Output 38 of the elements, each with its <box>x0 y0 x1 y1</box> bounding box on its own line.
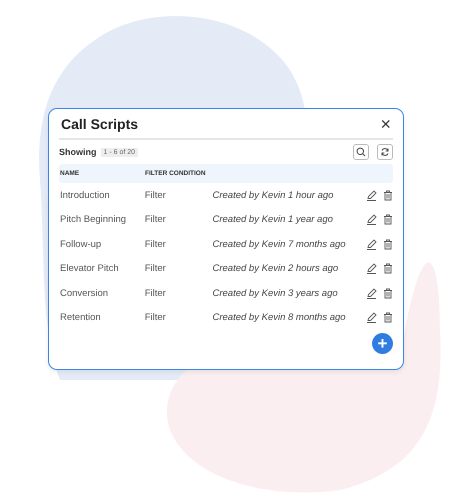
showing-label: Showing <box>59 147 96 157</box>
filter-cell-text: Filter <box>144 263 167 274</box>
created-info: Created by Kevin 1 year ago <box>212 214 334 226</box>
created-info: Created by Kevin 7 months ago <box>212 238 347 250</box>
close-button[interactable]: × <box>380 114 391 132</box>
trash-icon[interactable] <box>383 312 393 324</box>
add-button[interactable]: + <box>372 333 393 354</box>
filter-cell-text: Filter <box>144 312 167 324</box>
created-info: Created by Kevin 3 years ago <box>212 288 339 299</box>
filter-cell-text: Filter <box>144 288 167 299</box>
refresh-icon <box>380 147 390 157</box>
created-info: Created by Kevin 2 hours ago <box>212 263 340 274</box>
refresh-button[interactable] <box>377 144 393 160</box>
trash-icon[interactable] <box>383 214 393 226</box>
script-name: Pitch Beginning <box>60 214 128 226</box>
created-info: Created by Kevin 1 hour ago <box>212 190 334 201</box>
dialog-title: Call Scripts <box>61 116 138 132</box>
search-button[interactable] <box>353 144 369 160</box>
filter-cell-text: Filter <box>144 214 167 226</box>
trash-icon[interactable] <box>383 190 393 201</box>
script-name: Introduction <box>60 190 111 201</box>
edit-icon[interactable] <box>366 312 377 324</box>
script-name: Conversion <box>60 288 110 299</box>
trash-icon[interactable] <box>383 238 393 250</box>
trash-icon[interactable] <box>383 288 393 299</box>
edit-icon[interactable] <box>366 190 377 201</box>
script-name: Elevator Pitch <box>60 263 120 274</box>
edit-icon[interactable] <box>366 238 377 250</box>
script-name: Retention <box>60 312 102 324</box>
edit-icon[interactable] <box>366 214 377 226</box>
filter-cell-text: Filter <box>144 238 167 250</box>
created-info: Created by Kevin 8 months ago <box>212 312 347 324</box>
trash-icon[interactable] <box>383 263 393 274</box>
edit-icon[interactable] <box>366 288 377 299</box>
search-icon <box>356 147 366 157</box>
filter-cell-text: Filter <box>144 190 167 201</box>
edit-icon[interactable] <box>366 263 377 274</box>
script-name: Follow-up <box>60 238 102 250</box>
